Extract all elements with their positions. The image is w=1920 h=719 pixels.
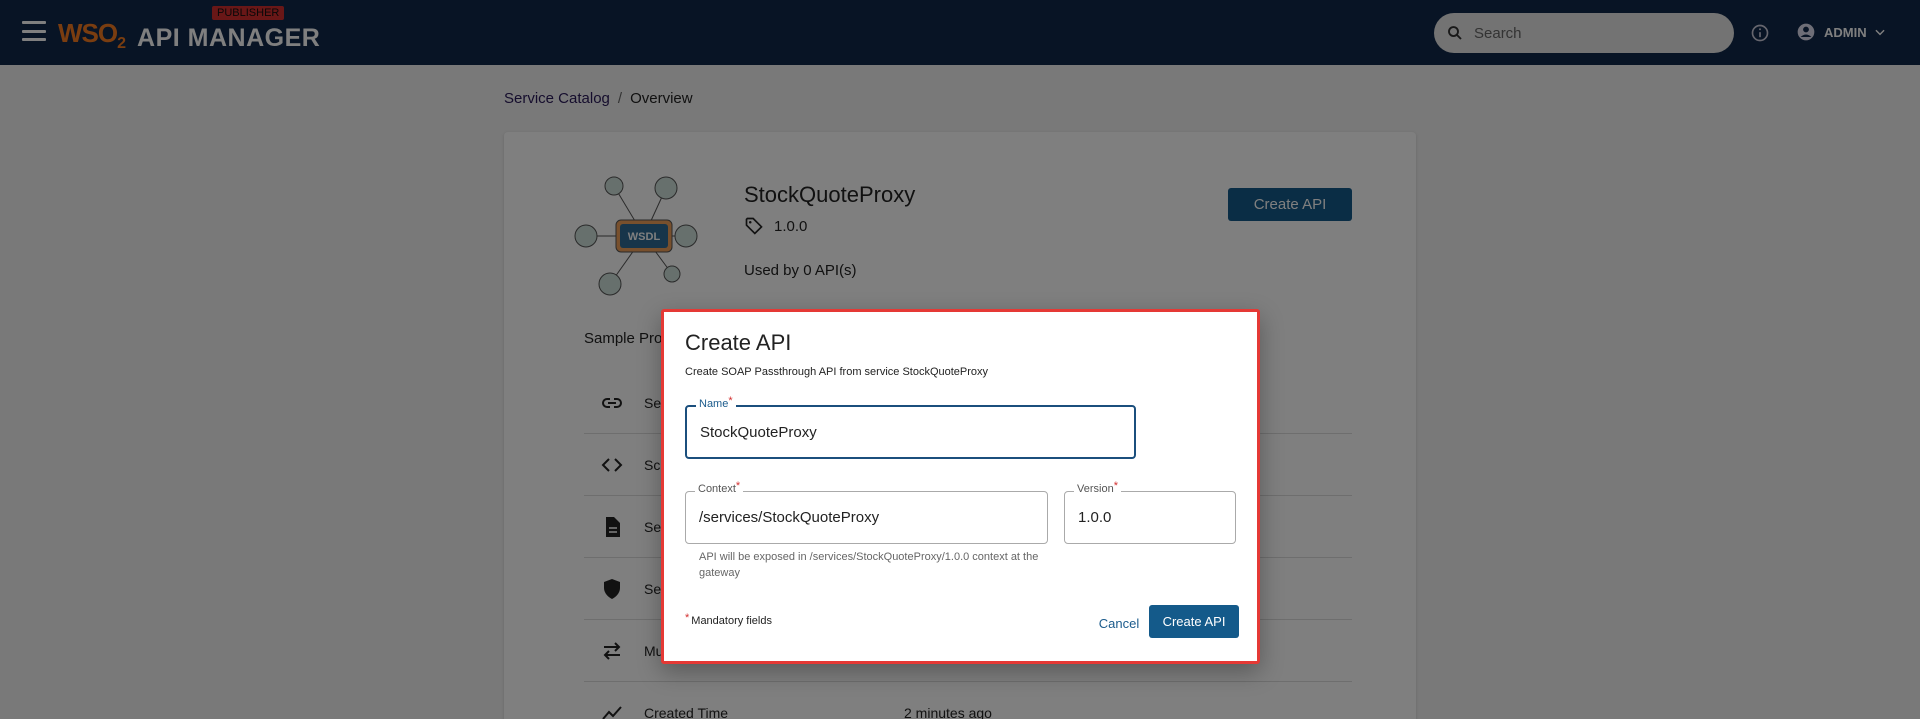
version-field[interactable]: Version* (1064, 480, 1236, 544)
mandatory-note: * Mandatory fields (685, 612, 772, 627)
context-input[interactable] (699, 492, 1024, 543)
dialog-title: Create API (685, 330, 792, 355)
dialog-subtitle: Create SOAP Passthrough API from service… (685, 366, 989, 378)
context-field[interactable]: Context* (685, 480, 1048, 544)
name-input[interactable] (700, 407, 1103, 457)
version-input[interactable] (1078, 492, 1231, 543)
dialog-create-api-button[interactable]: Create API (1149, 605, 1239, 638)
create-api-dialog: Create API Create SOAP Passthrough API f… (661, 309, 1260, 664)
name-field[interactable]: Name* (685, 395, 1136, 459)
context-helper-text: API will be exposed in /services/StockQu… (699, 551, 1039, 579)
cancel-button[interactable]: Cancel (1094, 607, 1144, 639)
